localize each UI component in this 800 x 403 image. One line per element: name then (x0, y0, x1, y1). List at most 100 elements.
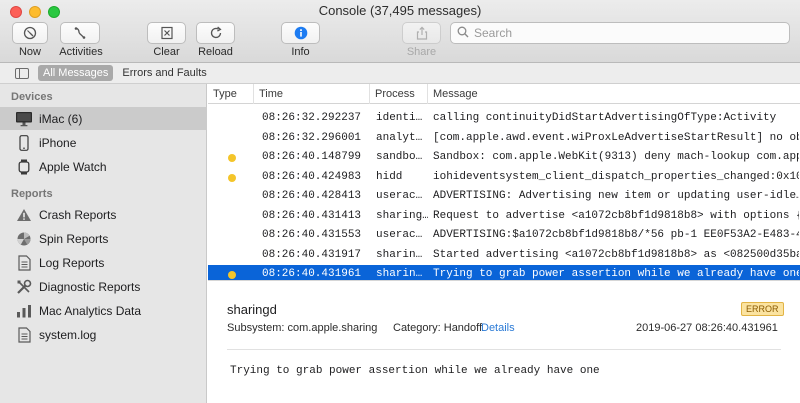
clear-button[interactable] (147, 22, 186, 44)
row-message: Request to advertise <a1072cb8bf1d9818b8… (433, 209, 799, 222)
row-time: 08:26:40.431553 (262, 229, 362, 241)
now-button[interactable] (12, 22, 48, 44)
devices-section-title: Devices (11, 91, 53, 103)
info-button[interactable] (281, 22, 320, 44)
tools-icon (15, 278, 33, 296)
sidebar: Devices iMac (6) iPhone Apple Watch Repo… (0, 84, 207, 403)
sidebar-item-label: iPhone (39, 135, 77, 150)
imac-icon (15, 110, 33, 128)
row-process: sharing… (376, 209, 428, 222)
window-title: Console (37,495 messages) (318, 3, 482, 18)
sidebar-item-label: system.log (39, 327, 97, 342)
error-dot-icon (228, 173, 236, 182)
row-time: 08:26:40.431917 (262, 248, 362, 261)
row-process: analyt… (376, 131, 423, 144)
warning-icon (15, 206, 33, 224)
detail-subsystem: Subsystem: com.apple.sharing (227, 322, 378, 334)
iphone-icon (15, 134, 33, 152)
sidebar-item-label: iMac (6) (39, 111, 83, 126)
table-row[interactable]: 08:26:40.428413 userac… ADVERTISING: Adv… (208, 187, 800, 207)
sidebar-item-spin-reports[interactable]: Spin Reports (0, 227, 207, 250)
scope-all-messages[interactable]: All Messages (38, 65, 114, 81)
search-field[interactable] (450, 22, 790, 44)
details-link[interactable]: Details (481, 322, 515, 334)
search-input[interactable] (474, 26, 774, 40)
sidebar-item-label: Spin Reports (39, 231, 109, 246)
document-icon (15, 326, 33, 344)
sidebar-item-imac[interactable]: iMac (6) (0, 107, 207, 130)
row-message: iohideventsystem_client_dispatch_propert… (433, 170, 799, 183)
sidebar-item-label: Log Reports (39, 255, 105, 270)
info-label: Info (291, 46, 310, 58)
row-process: hidd (376, 170, 403, 183)
sidebar-item-log-reports[interactable]: Log Reports (0, 251, 207, 274)
table-row[interactable]: 08:26:40.431917 sharin… Started advertis… (208, 246, 800, 266)
detail-category: Category: Handoff (393, 322, 483, 334)
sidebar-item-system-log[interactable]: system.log (0, 323, 207, 346)
row-time: 08:26:40.148799 (262, 151, 362, 163)
table-row[interactable]: 08:26:40.148799 sandbo… Sandbox: com.app… (208, 148, 800, 168)
row-time: 08:26:32.296001 (262, 131, 362, 144)
activities-label: Activities (59, 46, 103, 58)
row-message: Sandbox: com.apple.WebKit(9313) deny mac… (433, 151, 799, 163)
reports-section-title: Reports (11, 188, 53, 200)
row-time: 08:26:40.424983 (262, 170, 362, 183)
row-message: Started advertising <a1072cb8bf1d9818b8>… (433, 248, 799, 261)
row-process: sharin… (376, 248, 423, 261)
row-process: identi… (376, 112, 423, 124)
search-icon (457, 26, 469, 41)
table-row[interactable]: 08:26:32.292237 identi… calling continui… (208, 109, 800, 129)
column-header-message[interactable]: Message (428, 84, 800, 104)
sidebar-item-crash-reports[interactable]: Crash Reports (0, 203, 207, 226)
detail-divider (227, 349, 781, 350)
detail-timestamp: 2019-06-27 08:26:40.431961 (636, 322, 778, 334)
sidebar-item-label: Apple Watch (39, 159, 107, 174)
row-time: 08:26:40.428413 (262, 190, 362, 202)
row-time: 08:26:32.292237 (262, 112, 362, 124)
chart-icon (15, 302, 33, 320)
activities-button[interactable] (60, 22, 100, 44)
table-row[interactable]: 08:26:40.431553 userac… ADVERTISING:$a10… (208, 226, 800, 246)
column-header-process[interactable]: Process (370, 84, 428, 104)
activities-icon (73, 26, 87, 40)
toolbar: Console (37,495 messages) Now Activities… (0, 0, 800, 63)
clear-icon (160, 26, 174, 40)
detail-message: Trying to grab power assertion while we … (230, 365, 600, 377)
share-button[interactable] (402, 22, 441, 44)
reload-icon (209, 26, 223, 40)
table-row[interactable]: 08:26:40.431413 sharing… Request to adve… (208, 207, 800, 227)
detail-process-name: sharingd (227, 302, 277, 317)
sidebar-item-iphone[interactable]: iPhone (0, 131, 207, 154)
row-message: calling continuityDidStartAdvertisingOfT… (433, 112, 777, 124)
sidebar-item-label: Crash Reports (39, 207, 117, 222)
scope-errors-and-faults[interactable]: Errors and Faults (117, 65, 211, 81)
row-message: [com.apple.awd.event.wiProxLeAdvertiseSt… (433, 131, 799, 144)
sidebar-toggle-icon[interactable] (15, 67, 29, 79)
table-row[interactable]: 08:26:32.296001 analyt… [com.apple.awd.e… (208, 129, 800, 149)
sidebar-item-mac-analytics-data[interactable]: Mac Analytics Data (0, 299, 207, 322)
row-message: ADVERTISING:$a1072cb8bf1d9818b8/*56 pb-1… (433, 229, 799, 241)
sidebar-item-apple-watch[interactable]: Apple Watch (0, 155, 207, 178)
spin-icon (15, 230, 33, 248)
now-label: Now (18, 46, 41, 58)
column-header-type[interactable]: Type (208, 84, 254, 104)
row-time: 08:26:40.431413 (262, 209, 362, 222)
table-row[interactable]: 08:26:40.424983 hidd iohideventsystem_cl… (208, 168, 800, 188)
table-header: Type Time Process Message (208, 84, 800, 104)
error-dot-icon (228, 154, 236, 162)
row-process: userac… (376, 229, 423, 241)
sidebar-item-diagnostic-reports[interactable]: Diagnostic Reports (0, 275, 207, 298)
log-rows: 08:26:32.292237 identi… calling continui… (208, 109, 800, 285)
share-icon (415, 26, 429, 40)
reload-button[interactable] (196, 22, 235, 44)
row-message: ADVERTISING: Advertising new item or upd… (433, 190, 799, 202)
clear-label: Clear (153, 46, 180, 58)
document-icon (15, 254, 33, 272)
message-detail-pane: sharingd ERROR Subsystem: com.apple.shar… (208, 280, 800, 403)
info-icon (294, 26, 308, 40)
column-header-time[interactable]: Time (254, 84, 370, 104)
share-label: Share (406, 46, 437, 58)
apple-watch-icon (15, 158, 33, 176)
error-badge: ERROR (741, 302, 784, 316)
now-icon (23, 26, 37, 40)
